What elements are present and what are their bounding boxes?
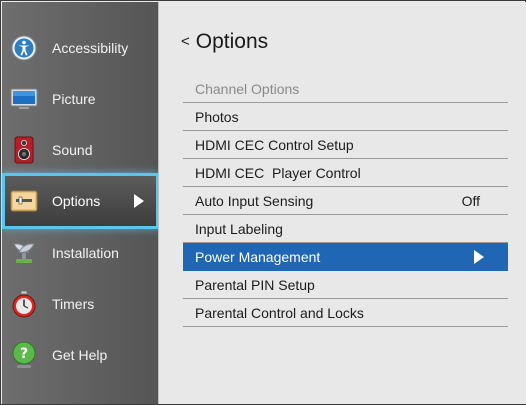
menu-item-hdmi-cec-control-setup[interactable]: HDMI CEC Control Setup <box>183 131 508 159</box>
menu-item-power-management[interactable]: Power Management <box>183 243 508 271</box>
menu-item-label: Power Management <box>195 248 321 265</box>
menu-item-input-labeling[interactable]: Input Labeling <box>183 215 508 243</box>
menu-item-label: Channel Options <box>195 80 300 97</box>
menu-item-parental-control-and-locks[interactable]: Parental Control and Locks <box>183 299 508 327</box>
sidebar-item-accessibility[interactable]: Accessibility <box>2 23 158 73</box>
menu-item-auto-input-sensing[interactable]: Auto Input Sensing Off <box>183 187 508 215</box>
menu-item-channel-options: Channel Options <box>183 75 508 103</box>
sidebar-item-options[interactable]: Options <box>2 173 159 229</box>
back-icon[interactable]: < <box>181 33 190 50</box>
picture-icon <box>10 85 38 113</box>
menu-item-label: HDMI CEC Player Control <box>195 164 361 181</box>
sidebar: Accessibility Picture Sound Options Inst… <box>2 2 159 404</box>
satellite-dish-icon <box>10 239 38 267</box>
chevron-right-icon <box>134 194 144 208</box>
accessibility-icon <box>10 34 38 62</box>
sidebar-item-timers[interactable]: Timers <box>2 279 158 329</box>
page-title: < Options <box>181 30 268 54</box>
sidebar-item-label: Installation <box>52 245 119 261</box>
options-icon <box>10 187 38 215</box>
tv-menu-frame: Accessibility Picture Sound Options Inst… <box>0 0 526 405</box>
sidebar-item-get-help[interactable]: ? Get Help <box>2 330 158 380</box>
sidebar-item-label: Accessibility <box>52 40 129 56</box>
chevron-right-icon <box>474 250 484 264</box>
menu-item-label: HDMI CEC Control Setup <box>195 136 354 153</box>
menu-item-label: Parental Control and Locks <box>195 304 364 321</box>
sidebar-item-label: Get Help <box>52 347 108 363</box>
menu-item-photos[interactable]: Photos <box>183 103 508 131</box>
sidebar-item-sound[interactable]: Sound <box>2 125 158 175</box>
speaker-icon <box>10 136 38 164</box>
sidebar-item-label: Options <box>52 193 101 209</box>
page-title-text: Options <box>195 30 269 53</box>
svg-text:?: ? <box>20 346 28 362</box>
sidebar-item-picture[interactable]: Picture <box>2 74 158 124</box>
sidebar-item-label: Sound <box>52 142 93 158</box>
sidebar-item-installation[interactable]: Installation <box>2 228 158 278</box>
menu-item-label: Photos <box>195 108 239 125</box>
menu-item-hdmi-cec-player-control[interactable]: HDMI CEC Player Control <box>183 159 508 187</box>
menu-item-parental-pin-setup[interactable]: Parental PIN Setup <box>183 271 508 299</box>
options-menu-list: Channel Options Photos HDMI CEC Control … <box>183 75 508 327</box>
stopwatch-icon <box>10 290 38 318</box>
menu-item-label: Auto Input Sensing <box>195 192 314 209</box>
sidebar-item-label: Timers <box>52 296 95 312</box>
sidebar-item-label: Picture <box>52 91 96 107</box>
menu-item-value: Off <box>461 192 480 209</box>
menu-item-label: Input Labeling <box>195 220 283 237</box>
options-panel: < Options Channel Options Photos HDMI CEC… <box>158 2 526 404</box>
menu-item-label: Parental PIN Setup <box>195 276 315 293</box>
help-icon: ? <box>10 341 38 369</box>
